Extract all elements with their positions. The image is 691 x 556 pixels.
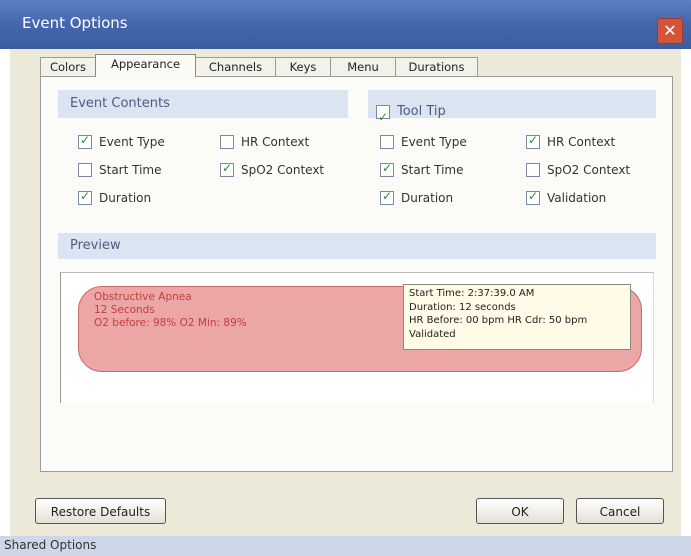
checkbox-box bbox=[380, 161, 394, 177]
checkbox-spo2-context[interactable]: SpO2 Context bbox=[220, 161, 325, 177]
checkbox-label: HR Context bbox=[547, 135, 616, 149]
checkbox-label: Start Time bbox=[401, 163, 464, 177]
checkbox-hr-context[interactable]: HR Context bbox=[220, 135, 309, 149]
tab-durations[interactable]: Durations bbox=[395, 57, 478, 76]
checkbox-box bbox=[380, 189, 394, 205]
checkbox-label: SpO2 Context bbox=[547, 163, 631, 177]
tab-channels[interactable]: Channels bbox=[195, 57, 276, 76]
preview-header: Preview bbox=[58, 233, 656, 259]
event-name: Obstructive Apnea bbox=[94, 291, 192, 303]
checkbox-box bbox=[220, 135, 234, 149]
tooltip-preview: Start Time: 2:37:39.0 AM Duration: 12 se… bbox=[403, 284, 631, 350]
title-bar: Event Options ✕ bbox=[0, 0, 691, 49]
checkbox-label: Event Type bbox=[401, 135, 467, 149]
checkbox-tt-duration[interactable]: Duration bbox=[380, 189, 454, 205]
tool-tip-label: Tool Tip bbox=[397, 104, 446, 119]
ok-button[interactable]: OK bbox=[476, 498, 564, 524]
checkbox-label: Duration bbox=[401, 191, 454, 205]
status-text: Shared Options bbox=[4, 538, 97, 552]
checkbox-box bbox=[78, 189, 92, 205]
tool-tip-header: Tool Tip bbox=[368, 90, 656, 131]
checkbox-box bbox=[220, 161, 234, 177]
event-o2: O2 before: 98% O2 Min: 89% bbox=[94, 317, 247, 329]
checkbox-duration[interactable]: Duration bbox=[78, 189, 152, 205]
checkbox-box bbox=[376, 103, 390, 131]
checkbox-label: HR Context bbox=[241, 135, 310, 149]
event-contents-header: Event Contents bbox=[58, 90, 348, 118]
close-icon: ✕ bbox=[663, 21, 677, 40]
tab-menu[interactable]: Menu bbox=[330, 57, 396, 76]
cancel-button[interactable]: Cancel bbox=[576, 498, 664, 524]
checkbox-label: Validation bbox=[547, 191, 607, 205]
restore-defaults-button[interactable]: Restore Defaults bbox=[35, 498, 166, 524]
tab-colors[interactable]: Colors bbox=[40, 57, 96, 76]
tab-appearance[interactable]: Appearance bbox=[95, 54, 196, 77]
checkbox-box bbox=[526, 163, 540, 177]
window-title: Event Options bbox=[22, 14, 128, 32]
checkbox-start-time[interactable]: Start Time bbox=[78, 163, 162, 177]
checkbox-box bbox=[78, 163, 92, 177]
event-duration: 12 Seconds bbox=[94, 304, 155, 316]
checkbox-label: Start Time bbox=[99, 163, 162, 177]
tooltip-line: HR Before: 00 bpm HR Cdr: 50 bpm bbox=[409, 315, 588, 326]
checkbox-tt-hr-context[interactable]: HR Context bbox=[526, 133, 616, 149]
tab-keys[interactable]: Keys bbox=[275, 57, 331, 76]
status-bar: Shared Options bbox=[0, 536, 691, 556]
checkbox-tool-tip[interactable]: Tool Tip bbox=[376, 98, 446, 131]
checkbox-tt-start-time[interactable]: Start Time bbox=[380, 161, 464, 177]
tooltip-line: Start Time: 2:37:39.0 AM bbox=[409, 288, 535, 299]
close-button[interactable]: ✕ bbox=[657, 18, 683, 44]
checkbox-tt-spo2-context[interactable]: SpO2 Context bbox=[526, 163, 630, 177]
checkbox-event-type[interactable]: Event Type bbox=[78, 133, 165, 149]
checkbox-tt-event-type[interactable]: Event Type bbox=[380, 135, 467, 149]
checkbox-box bbox=[526, 189, 540, 205]
checkbox-label: SpO2 Context bbox=[241, 163, 325, 177]
checkbox-box bbox=[526, 133, 540, 149]
tooltip-line: Validated bbox=[409, 328, 456, 340]
checkbox-tt-validation[interactable]: Validation bbox=[526, 189, 607, 205]
checkbox-label: Event Type bbox=[99, 135, 165, 149]
checkbox-box bbox=[380, 135, 394, 149]
checkbox-box bbox=[78, 133, 92, 149]
tooltip-line: Duration: 12 seconds bbox=[409, 301, 516, 313]
checkbox-label: Duration bbox=[99, 191, 152, 205]
